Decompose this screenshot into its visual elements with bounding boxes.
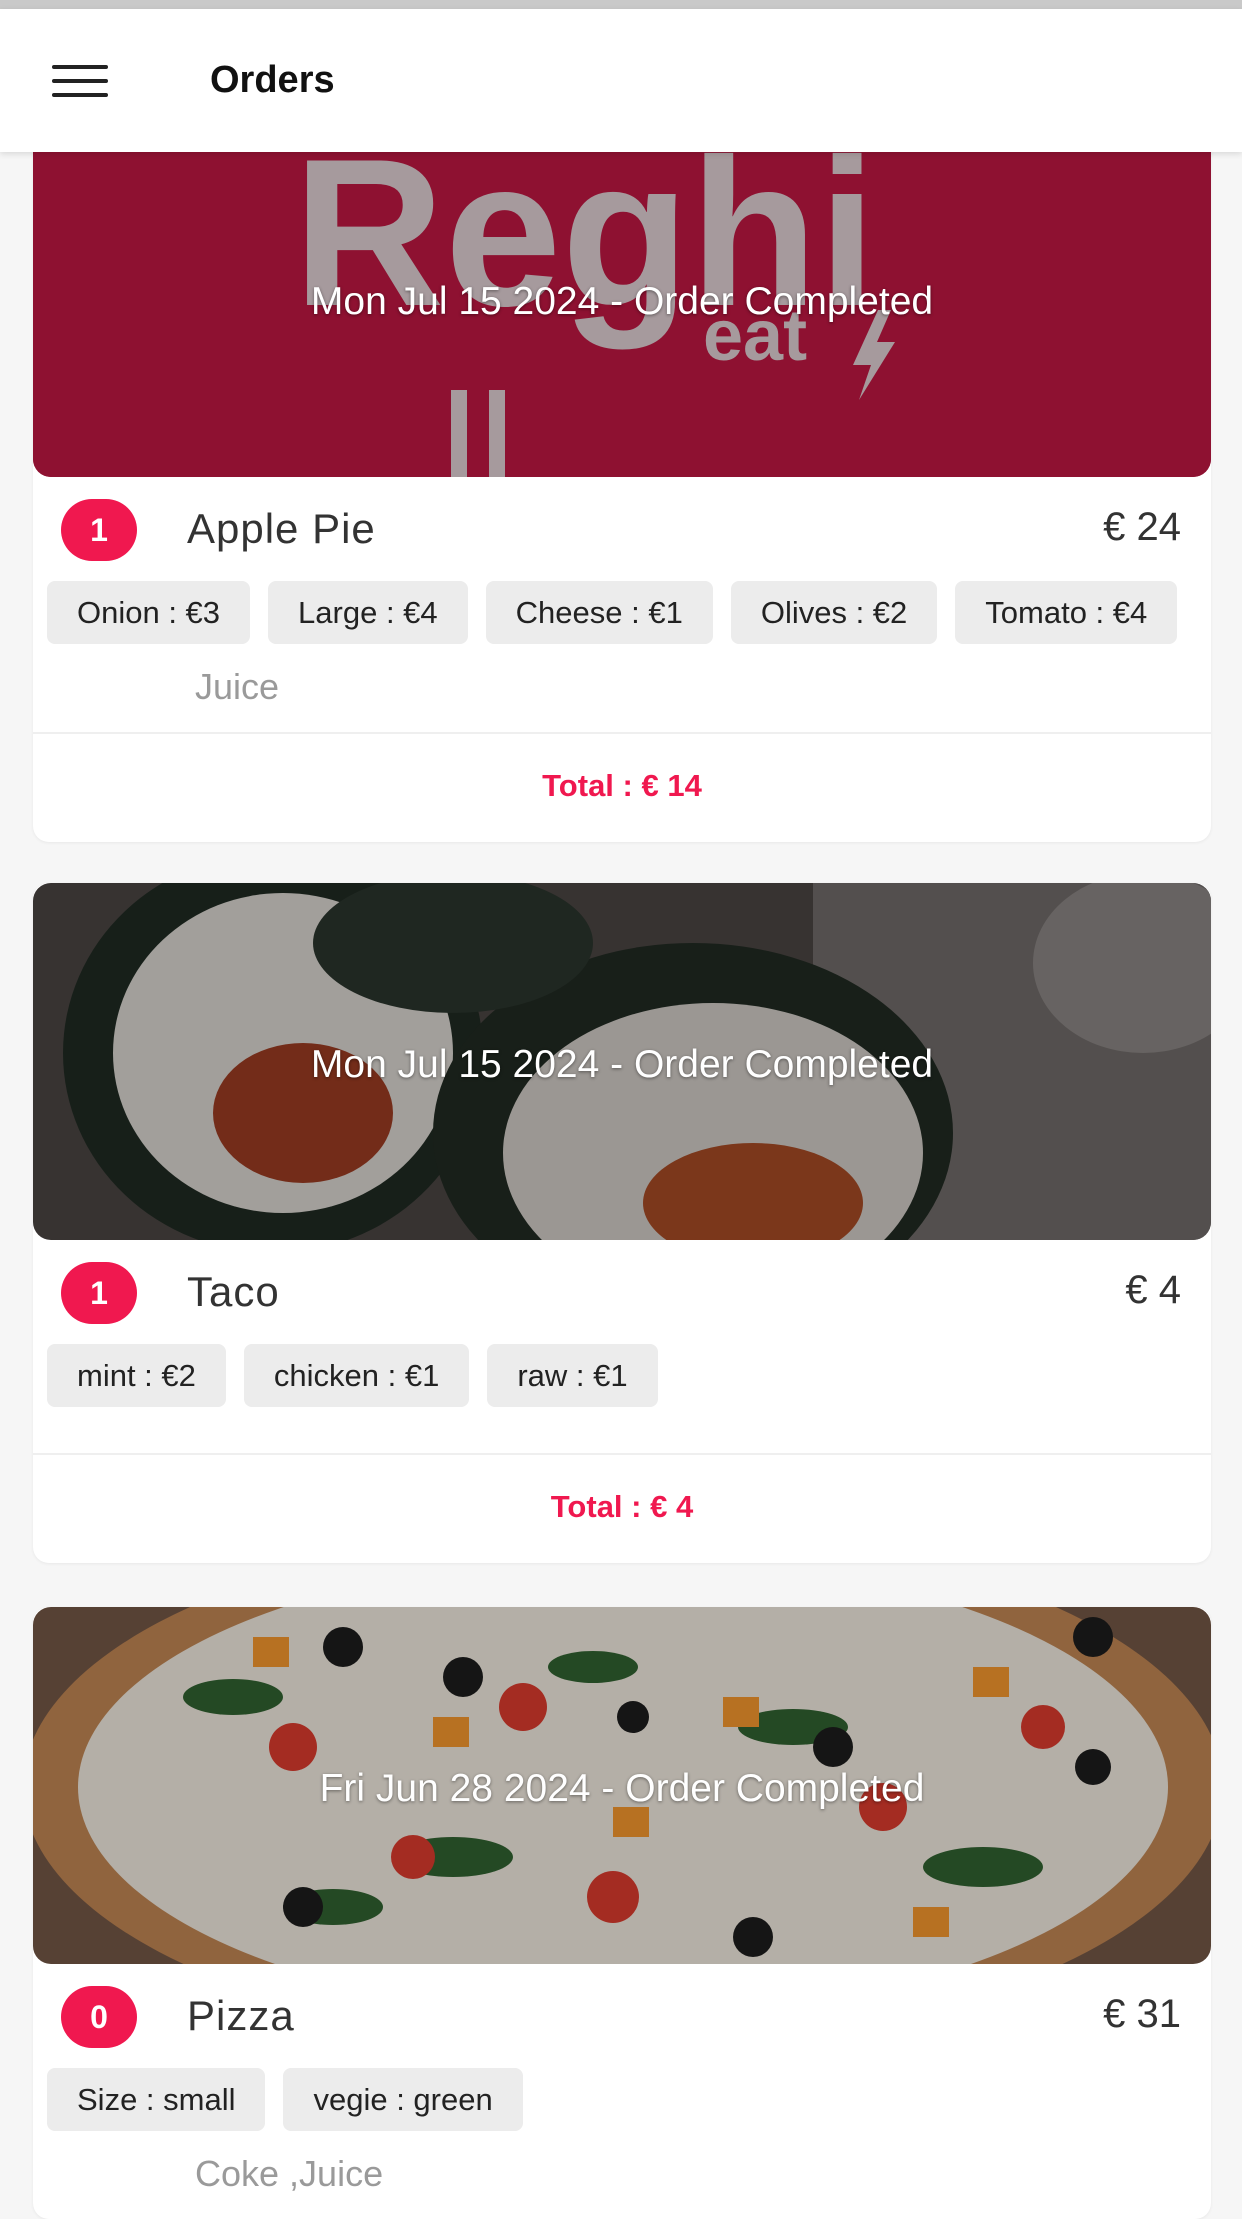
quantity-badge: 0 (61, 1986, 137, 2048)
order-card[interactable]: Fri Jun 28 2024 - Order Completed 0 Pizz… (33, 1607, 1211, 2219)
order-item: 1 Apple Pie € 24 (33, 477, 1211, 581)
extras-text: Coke ,Juice (195, 2153, 384, 2194)
order-card[interactable]: Mon Jul 15 2024 - Order Completed 1 Taco… (33, 883, 1211, 1563)
options-list: Size : small vegie : green (33, 2068, 1211, 2149)
option-chip: Cheese : €1 (485, 581, 713, 644)
order-card[interactable]: Reghi eat Mon Jul 15 2024 - Order Comple… (33, 120, 1211, 842)
order-status: Fri Jun 28 2024 - Order Completed (319, 1767, 925, 1810)
page-title: Orders (210, 59, 335, 101)
option-chip: vegie : green (283, 2068, 523, 2131)
order-status: Mon Jul 15 2024 - Order Completed (310, 280, 934, 323)
order-banner: Reghi eat Mon Jul 15 2024 - Order Comple… (33, 120, 1211, 477)
order-item: 1 Taco € 4 (33, 1240, 1211, 1344)
item-price: € 24 (1103, 505, 1181, 549)
menu-icon[interactable] (52, 65, 108, 101)
option-chip: Large : €4 (268, 581, 468, 644)
order-banner: Fri Jun 28 2024 - Order Completed (33, 1607, 1211, 1964)
option-chip: Tomato : €4 (955, 581, 1178, 644)
option-chip: raw : €1 (487, 1344, 658, 1407)
item-price: € 4 (1125, 1268, 1181, 1312)
order-total: Total : € 14 (542, 768, 702, 803)
options-list: Onion : €3 Large : €4 Cheese : €1 Olives… (33, 581, 1211, 662)
app-bar: Orders (0, 9, 1242, 152)
order-item: 0 Pizza € 31 (33, 1964, 1211, 2068)
option-chip: Olives : €2 (730, 581, 938, 644)
option-chip: Size : small (47, 2068, 266, 2131)
order-status: Mon Jul 15 2024 - Order Completed (310, 1043, 934, 1086)
quantity-badge: 1 (61, 1262, 137, 1324)
order-banner: Mon Jul 15 2024 - Order Completed (33, 883, 1211, 1240)
option-chip: chicken : €1 (243, 1344, 470, 1407)
option-chip: Onion : €3 (47, 581, 251, 644)
options-list: mint : €2 chicken : €1 raw : €1 (33, 1344, 1211, 1425)
order-total: Total : € 4 (550, 1489, 694, 1524)
item-name: Apple Pie (187, 505, 376, 552)
quantity-badge: 1 (61, 499, 137, 561)
item-name: Taco (187, 1268, 280, 1315)
extras-text: Juice (195, 666, 280, 707)
item-price: € 31 (1103, 1992, 1181, 2036)
item-name: Pizza (187, 1992, 295, 2039)
status-strip (0, 0, 1242, 9)
option-chip: mint : €2 (47, 1344, 226, 1407)
